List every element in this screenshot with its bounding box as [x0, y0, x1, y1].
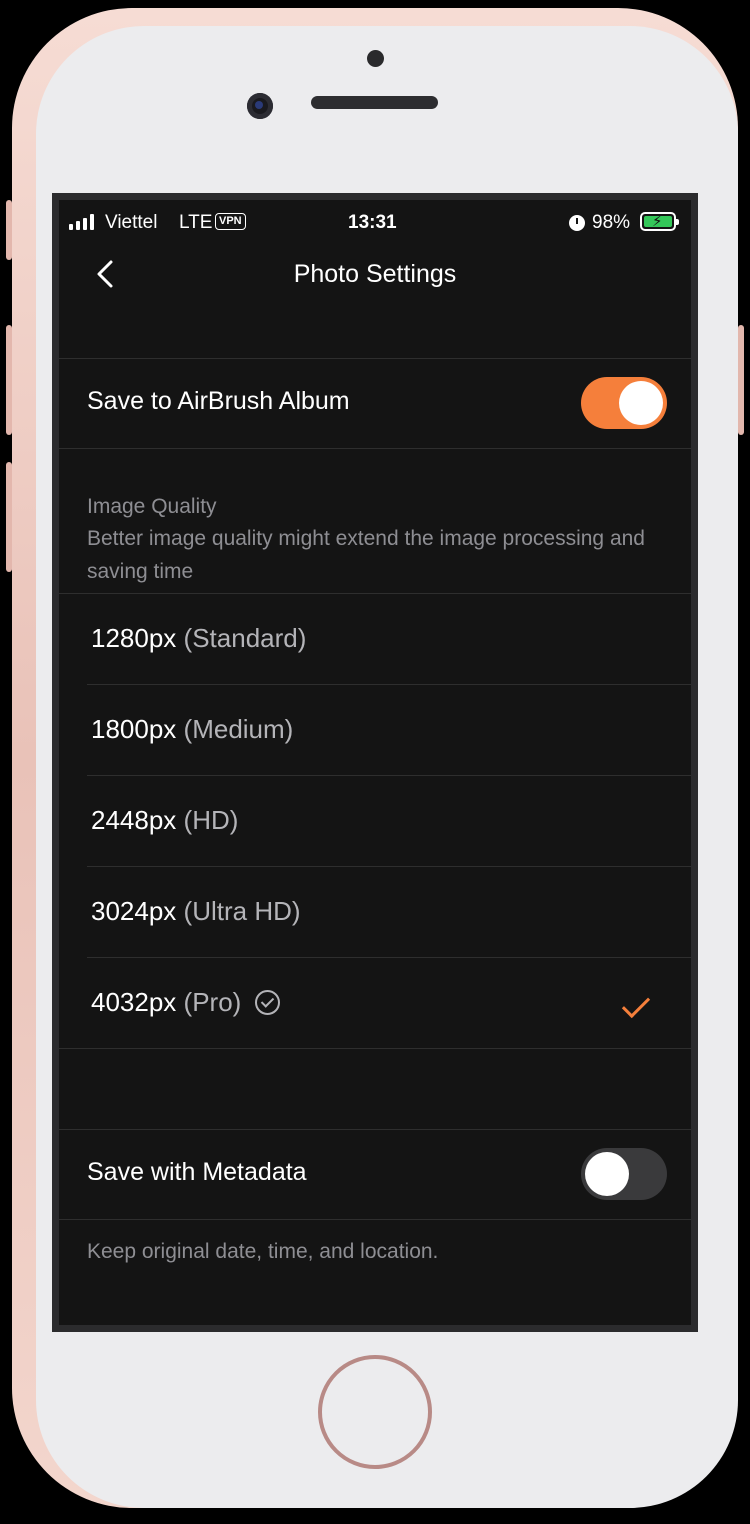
network-type: LTE: [179, 212, 213, 233]
quality-name: (Pro): [183, 987, 242, 1017]
divider: [59, 448, 691, 449]
quality-size: 3024px: [91, 896, 177, 926]
volume-down-button: [6, 462, 12, 572]
quality-option-label: 2448px (HD): [91, 805, 238, 836]
pro-verified-icon: [254, 990, 280, 1015]
quality-option-label: 4032px (Pro): [91, 987, 280, 1018]
quality-size: 4032px: [91, 987, 177, 1017]
metadata-setting-label: Save with Metadata: [87, 1158, 307, 1186]
quality-option-label: 1280px (Standard): [91, 623, 306, 654]
vpn-badge: VPN: [215, 213, 246, 230]
quality-option-label: 3024px (Ultra HD): [91, 896, 301, 927]
quality-option-1800[interactable]: 1800px (Medium): [59, 685, 691, 776]
signal-icon: [69, 214, 94, 230]
divider: [59, 1048, 691, 1049]
image-quality-title: Image Quality: [87, 495, 217, 518]
quality-name: (HD): [183, 805, 239, 835]
charging-bolt-icon: ⚡: [652, 213, 663, 230]
metadata-description: Keep original date, time, and location.: [87, 1240, 439, 1263]
power-button: [738, 325, 744, 435]
quality-option-label: 1800px (Medium): [91, 714, 293, 745]
page-title: Photo Settings: [293, 260, 457, 288]
album-setting-label: Save to AirBrush Album: [87, 387, 350, 415]
front-camera: [247, 93, 273, 119]
status-time: 13:31: [348, 212, 397, 233]
battery-percentage: 98%: [592, 212, 631, 233]
quality-size: 2448px: [91, 805, 177, 835]
quality-option-2448[interactable]: 2448px (HD): [59, 776, 691, 867]
album-toggle[interactable]: [581, 377, 667, 429]
carrier-name: Viettel: [105, 212, 158, 233]
quality-name: (Standard): [183, 623, 307, 653]
quality-option-4032[interactable]: 4032px (Pro): [59, 958, 691, 1049]
metadata-toggle[interactable]: [581, 1148, 667, 1200]
image-quality-description: Better image quality might extend the im…: [87, 527, 645, 583]
volume-up-button: [6, 325, 12, 435]
alarm-icon: [569, 215, 585, 231]
toggle-knob: [619, 381, 663, 425]
toggle-knob: [585, 1152, 629, 1196]
earpiece-speaker: [311, 96, 438, 109]
quality-size: 1800px: [91, 714, 177, 744]
album-setting-row: Save to AirBrush Album: [59, 359, 691, 448]
proximity-sensor: [367, 50, 384, 67]
quality-name: (Medium): [183, 714, 294, 744]
quality-option-3024[interactable]: 3024px (Ultra HD): [59, 867, 691, 958]
screen: Viettel LTE VPN 13:31 98% ⚡ Photo Settin…: [52, 193, 698, 1332]
navigation-bar: Photo Settings: [59, 248, 691, 298]
home-button[interactable]: [318, 1355, 432, 1469]
divider: [59, 1219, 691, 1220]
mute-switch: [6, 200, 12, 260]
quality-size: 1280px: [91, 623, 177, 653]
quality-name: (Ultra HD): [183, 896, 301, 926]
selected-checkmark-icon: [621, 989, 651, 1019]
metadata-setting-row: Save with Metadata: [59, 1130, 691, 1219]
quality-option-1280[interactable]: 1280px (Standard): [59, 594, 691, 685]
status-bar: Viettel LTE VPN 13:31 98% ⚡: [59, 200, 691, 248]
